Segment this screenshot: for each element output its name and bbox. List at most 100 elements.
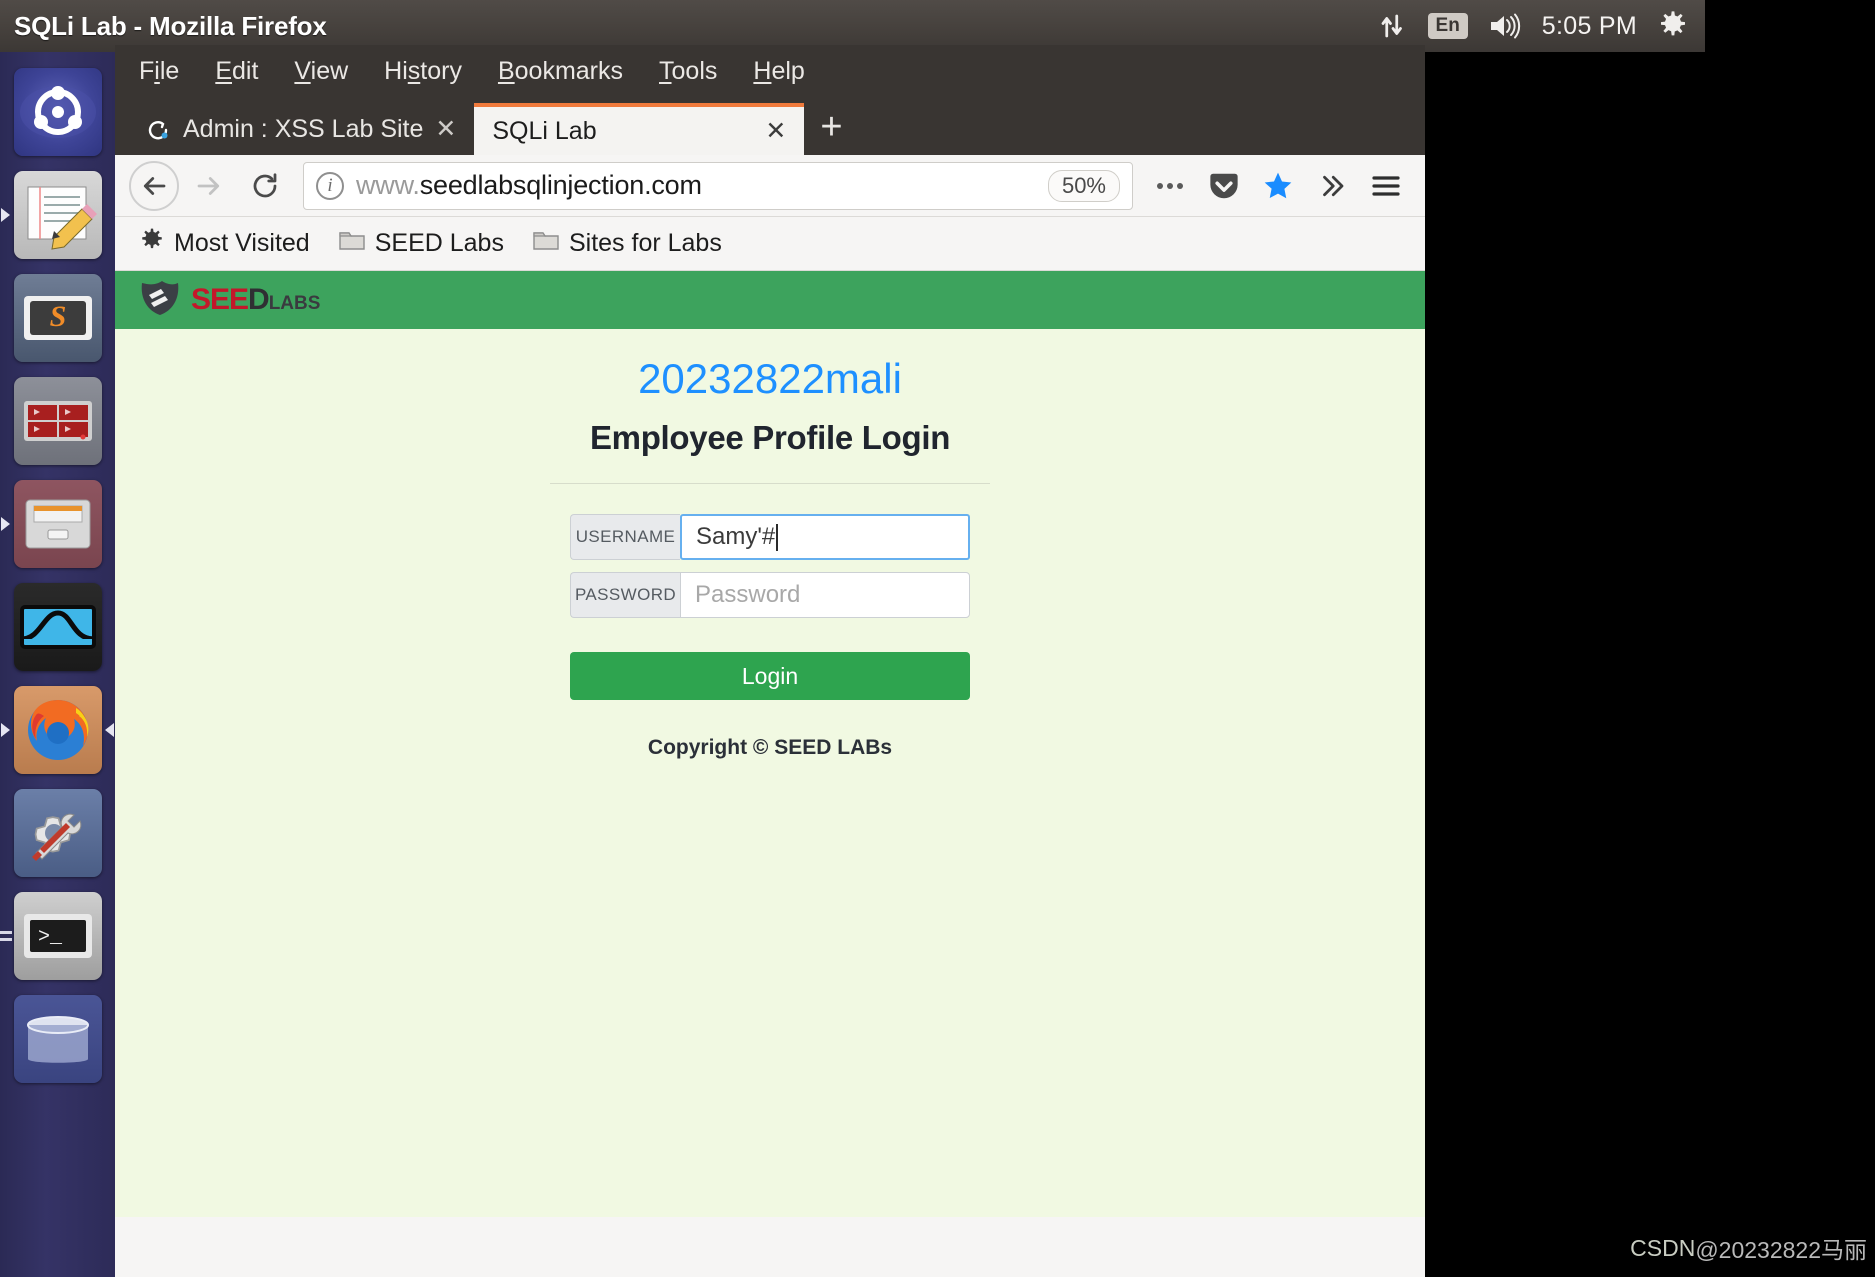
browser-chrome: File Edit View History Bookmarks Tools H… [115,45,1425,155]
file-manager-icon [13,479,102,568]
bookmark-most-visited[interactable]: Most Visited [139,227,310,260]
username-field-group: USERNAME Samy'# [570,514,970,560]
svg-text:S: S [49,300,66,333]
firefox-icon [13,685,102,774]
launcher-item-firefox[interactable] [0,678,115,781]
firefox-window: File Edit View History Bookmarks Tools H… [115,45,1425,1277]
navigation-toolbar: i www.seedlabsqlinjection.com 50% [115,155,1425,217]
sublime-text-icon: S [13,273,102,362]
seed-brand-dark: D [248,283,270,316]
menu-bookmarks[interactable]: Bookmarks [498,57,623,86]
tab-admin-xss-lab-site[interactable]: Admin : XSS Lab Site ✕ [127,103,474,155]
watermark-source: CSDN [1630,1234,1696,1261]
back-arrow-icon[interactable] [129,160,179,211]
divider [550,483,990,484]
menu-edit[interactable]: Edit [215,57,258,86]
chevron-double-right-icon[interactable] [1307,161,1357,211]
zoom-level-badge[interactable]: 50% [1047,169,1120,202]
seed-brand-red: SEE [191,283,249,316]
bookmark-sites-for-labs[interactable]: Sites for Labs [532,228,722,259]
seed-labs-header: SEE D LABS [115,271,1425,329]
tab-title: SQLi Lab [492,116,597,145]
password-field-group: PASSWORD Password [570,572,970,618]
running-indicator-left [1,207,10,222]
browser-menubar: File Edit View History Bookmarks Tools H… [115,45,1425,97]
launcher-item-system-tools[interactable] [0,781,115,884]
folder-icon [338,228,366,259]
launcher-item-file-manager[interactable] [0,472,115,575]
hamburger-menu-icon[interactable] [1361,161,1411,211]
url-prefix: www. [356,170,420,200]
bookmarks-toolbar: Most Visited SEED Labs Sites for Labs [115,217,1425,271]
username-input[interactable]: Samy'# [680,514,970,560]
password-placeholder: Password [695,581,801,608]
wireshark-icon [13,582,102,671]
network-updown-icon[interactable] [1378,11,1408,41]
url-domain: seedlabsqlinjection.com [419,170,702,200]
bookmark-seed-labs[interactable]: SEED Labs [338,228,504,259]
e-favicon [145,116,171,142]
ellipsis-icon[interactable] [1145,161,1195,211]
pocket-icon[interactable] [1199,161,1249,211]
focused-indicator-right [105,722,114,737]
tab-sqli-lab[interactable]: SQLi Lab ✕ [474,103,805,155]
volume-icon[interactable] [1488,12,1522,40]
text-cursor [776,523,779,551]
url-text: www.seedlabsqlinjection.com [356,170,702,201]
media-grid-icon [13,376,102,465]
screen-root: SQLi Lab - Mozilla Firefox En 5:05 PM S … [0,0,1875,1277]
terminal-icon: >_ [13,891,102,980]
launcher-item-terminal[interactable]: >_ [0,884,115,987]
bookmark-label: Sites for Labs [568,229,722,257]
launcher-item-wireshark[interactable] [0,575,115,678]
tab-title: Admin : XSS Lab Site [183,114,424,143]
username-label: USERNAME [570,514,680,560]
star-icon[interactable] [1253,161,1303,211]
launcher-item-text-editor[interactable] [0,163,115,266]
menu-history[interactable]: History [384,57,462,86]
tab-close-button[interactable]: ✕ [435,114,456,144]
watermark: CSDN @20232822马丽 [1630,1231,1867,1265]
bookmark-label: SEED Labs [374,229,504,257]
username-value: Samy'# [696,523,776,550]
system-tray: En 5:05 PM [1378,10,1705,42]
launcher-item-trash[interactable] [0,987,115,1090]
login-page-content: 20232822mali Employee Profile Login USER… [115,329,1425,760]
watermark-user: @20232822马丽 [1695,1237,1867,1263]
login-button[interactable]: Login [570,652,970,700]
menu-help[interactable]: Help [753,57,804,86]
password-input[interactable]: Password [680,572,970,618]
gear-icon[interactable] [1657,10,1689,42]
running-indicator-left [1,516,10,531]
ubuntu-logo-icon [13,67,102,156]
forward-arrow-icon [183,160,235,212]
url-bar[interactable]: i www.seedlabsqlinjection.com 50% [303,161,1133,210]
tab-strip: Admin : XSS Lab Site ✕ SQLi Lab ✕ + [115,97,1425,155]
svg-text:>_: >_ [38,926,63,949]
info-icon[interactable]: i [316,171,344,200]
menu-tools[interactable]: Tools [659,57,717,86]
seed-shield-icon [139,279,181,322]
seed-brand-labs: LABS [268,293,321,314]
menu-view[interactable]: View [294,57,348,86]
new-tab-button[interactable]: + [804,106,862,155]
launcher-item-ubuntu-dash[interactable] [0,60,115,163]
menu-file[interactable]: File [139,57,179,86]
launcher-item-sublime-text[interactable]: S [0,266,115,369]
password-label: PASSWORD [570,572,680,618]
tab-close-button[interactable]: ✕ [765,116,786,146]
seed-labs-wordmark: SEE D LABS [191,283,320,317]
trash-icon [13,994,102,1083]
folder-icon [532,228,560,259]
window-title: SQLi Lab - Mozilla Firefox [14,10,327,41]
reload-icon[interactable] [239,160,291,212]
page-title: Employee Profile Login [589,419,951,456]
gear-icon [139,227,165,260]
keyboard-layout-indicator[interactable]: En [1427,13,1468,39]
unity-launcher: S >_ [0,52,115,1277]
running-indicator-left [1,722,10,737]
system-clock[interactable]: 5:05 PM [1542,12,1637,41]
tools-icon [13,788,102,877]
text-editor-icon [13,170,102,259]
launcher-item-media-grid-app[interactable] [0,369,115,472]
